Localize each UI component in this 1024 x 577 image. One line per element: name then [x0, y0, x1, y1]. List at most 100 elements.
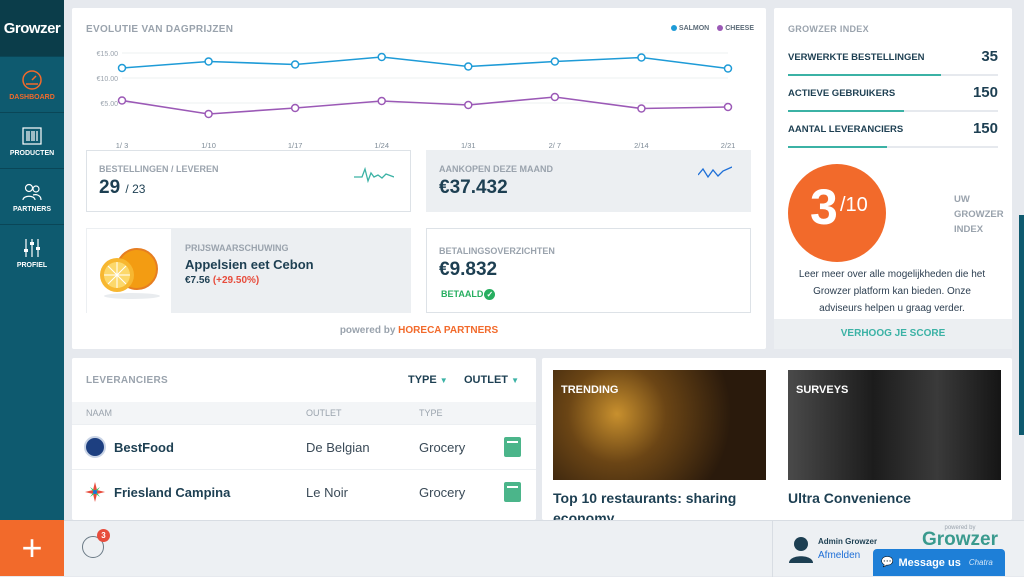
scrollbar[interactable]: [1019, 215, 1024, 435]
barcode-icon: [22, 126, 42, 145]
notification-badge: 3: [97, 529, 110, 542]
chat-button[interactable]: 💬 Message us Chatra: [873, 549, 1005, 576]
orders-box[interactable]: BESTELLINGEN / LEVEREN 29 / 23: [86, 150, 411, 212]
card-title: GROWZER INDEX: [788, 24, 869, 34]
data-point[interactable]: [204, 57, 213, 66]
price-product: Appelsien eet Cebon: [185, 257, 314, 272]
supplier-outlet: De Belgian: [306, 440, 370, 455]
data-point[interactable]: [723, 64, 733, 73]
orders-count: 29: [99, 177, 121, 198]
data-point[interactable]: [290, 103, 300, 113]
bestfood-logo-icon: [84, 436, 106, 458]
series-line-cheese: [121, 96, 729, 115]
orders-value: 29 / 23: [99, 177, 145, 199]
index-bar-fill: [788, 146, 887, 148]
user-name: Admin Growzer: [818, 537, 878, 546]
data-point[interactable]: [637, 53, 646, 62]
powered-by: powered by HORECA PARTNERS: [72, 325, 766, 336]
data-point[interactable]: [637, 104, 646, 113]
x-tick-label: 2/ 7: [549, 141, 562, 150]
data-point[interactable]: [723, 102, 733, 112]
sidebar-item-label: DASHBOARD: [9, 93, 55, 101]
user-avatar-icon: [789, 537, 813, 563]
catalog-icon[interactable]: [504, 482, 521, 502]
purchases-value: €37.432: [439, 177, 508, 198]
table-row[interactable]: BestFood De Belgian Grocery: [72, 424, 536, 469]
filter-type[interactable]: TYPE ▼: [408, 374, 448, 386]
data-point[interactable]: [290, 60, 300, 69]
x-tick-label: 1/17: [288, 141, 303, 150]
data-point[interactable]: [550, 92, 560, 102]
supplier-type: Grocery: [419, 440, 466, 455]
table-header: NAAM OUTLET TYPE: [72, 402, 536, 424]
sidebar-item-producten[interactable]: PRODUCTEN: [0, 112, 64, 168]
app-logo[interactable]: Growzer: [0, 0, 64, 56]
powered-brand[interactable]: HORECA PARTNERS: [398, 325, 498, 336]
suppliers-card: LEVERANCIERS TYPE ▼ OUTLET ▼ NAAM OUTLET…: [72, 358, 536, 520]
payments-box[interactable]: BETALINGSOVERZICHTEN €9.832 BETAALD ✓: [426, 228, 751, 313]
x-tick-label: 1/24: [374, 141, 389, 150]
score-label: UW GROWZER INDEX: [954, 194, 1004, 235]
growzer-index-card: GROWZER INDEX VERWERKTE BESTELLINGEN 35 A…: [774, 8, 1012, 349]
payment-status-text: BETAALD: [441, 289, 484, 299]
orders-label: BESTELLINGEN / LEVEREN: [99, 164, 219, 174]
news-title[interactable]: Top 10 restaurants: sharing economy: [553, 488, 766, 520]
index-row-users: ACTIEVE GEBRUIKERS 150: [788, 76, 998, 112]
price-warning-box[interactable]: PRIJSWAARSCHUWING Appelsien eet Cebon €7…: [86, 228, 411, 314]
chat-icon: 💬: [881, 557, 894, 568]
friesland-logo-icon: [85, 482, 105, 502]
news-image-surveys[interactable]: SURVEYS: [788, 370, 1001, 480]
series-line-salmon: [121, 56, 729, 70]
news-image-trending[interactable]: TRENDING: [553, 370, 766, 480]
sidebar-item-label: PARTNERS: [13, 205, 51, 213]
y-tick-label: €10.00: [97, 76, 119, 83]
index-row-orders: VERWERKTE BESTELLINGEN 35: [788, 40, 998, 76]
legend-salmon: SALMON: [678, 25, 710, 32]
table-row[interactable]: Friesland Campina Le Noir Grocery: [72, 469, 536, 514]
index-value: 35: [981, 48, 998, 65]
people-icon: [22, 183, 42, 200]
chat-label: Message us: [898, 556, 961, 569]
index-text: Leer meer over alle mogelijkheden die he…: [798, 269, 986, 314]
orders-total: / 23: [125, 182, 146, 196]
index-label: VERWERKTE BESTELLINGEN: [788, 52, 925, 63]
brand-name: Growzer: [921, 529, 999, 550]
score-value: 3: [810, 179, 838, 235]
news-tag: SURVEYS: [796, 384, 849, 396]
filter-outlet[interactable]: OUTLET ▼: [464, 374, 519, 386]
add-button[interactable]: +: [0, 520, 64, 576]
chat-brand: Chatra: [968, 558, 993, 567]
index-row-suppliers: AANTAL LEVERANCIERS 150: [788, 112, 998, 148]
data-point[interactable]: [377, 52, 386, 62]
x-tick-label: 2/14: [634, 141, 649, 150]
supplier-name: Friesland Campina: [114, 485, 231, 500]
data-point[interactable]: [464, 62, 473, 71]
catalog-icon[interactable]: [504, 437, 521, 457]
sidebar-item-profiel[interactable]: PROFIEL: [0, 224, 64, 280]
notifications-button[interactable]: 3: [82, 529, 110, 558]
supplier-name: BestFood: [114, 440, 174, 455]
y-tick-label: €15.00: [97, 51, 119, 58]
data-point[interactable]: [464, 100, 473, 110]
col-name: NAAM: [86, 408, 113, 418]
chart-legend: SALMON CHEESE: [665, 25, 754, 32]
sidebar-item-dashboard[interactable]: DASHBOARD: [0, 56, 64, 112]
x-tick-label: 1/10: [201, 141, 216, 150]
raise-score-button[interactable]: VERHOOG JE SCORE: [774, 319, 1012, 349]
data-point[interactable]: [550, 57, 560, 66]
payments-value: €9.832: [439, 259, 498, 280]
y-tick-label: €5.00: [100, 101, 118, 108]
news-title[interactable]: Ultra Convenience: [788, 488, 1001, 508]
sidebar-item-partners[interactable]: PARTNERS: [0, 168, 64, 224]
supplier-outlet: Le Noir: [306, 485, 348, 500]
purchases-box[interactable]: AANKOPEN DEZE MAAND €37.432: [426, 150, 751, 212]
orange-image: [87, 229, 171, 314]
data-point[interactable]: [117, 96, 127, 105]
col-type: TYPE: [419, 408, 443, 418]
data-point[interactable]: [117, 63, 127, 73]
data-point[interactable]: [377, 96, 386, 106]
logout-link[interactable]: Afmelden: [818, 550, 860, 561]
data-point[interactable]: [204, 109, 213, 119]
index-value: 150: [972, 84, 998, 101]
sidebar-item-label: PRODUCTEN: [9, 149, 55, 157]
